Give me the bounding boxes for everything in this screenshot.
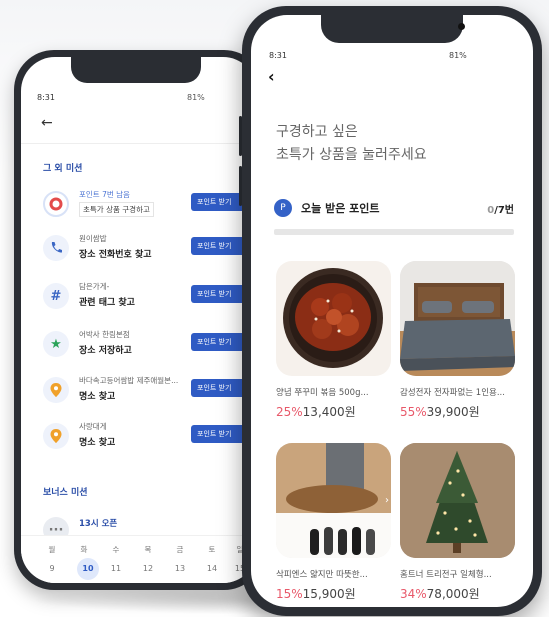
carousel-next-icon[interactable]: ›	[385, 495, 389, 506]
spicy-octopus-image[interactable]	[276, 261, 391, 376]
mission-subtitle: 포인트 7번 남음	[79, 190, 130, 199]
notch	[71, 57, 201, 83]
divider	[21, 143, 257, 144]
mission-subtitle: 바다속고등어쌈밥 제주애월본...	[79, 376, 179, 385]
mission-title: 명소 찾고	[79, 392, 116, 402]
points-label: 오늘 받은 포인트	[301, 202, 380, 215]
calendar-day: 수	[112, 545, 120, 554]
product-card[interactable]: 감성전자 전자파없는 1인용... 55%39,900원	[400, 261, 515, 420]
discount-rate: 55%	[400, 405, 427, 419]
location-pin-icon	[43, 423, 69, 449]
headline-line-2: 초특가 상품을 눌러주세요	[276, 147, 427, 163]
mission-item[interactable]: 바다속고등어쌈밥 제주애월본... 명소 찾고 포인트 받기	[43, 369, 257, 411]
mission-item[interactable]: 사랑대게 명소 찾고 포인트 받기	[43, 415, 257, 457]
points-total: /7번	[494, 205, 514, 216]
price-value: 13,400원	[302, 405, 356, 419]
calendar-date[interactable]: 13	[167, 564, 193, 573]
side-button	[239, 116, 242, 156]
section-title-bonus: 보너스 미션	[43, 488, 88, 498]
phone-icon	[43, 235, 69, 261]
bed-image[interactable]	[400, 261, 515, 376]
discount-rate: 34%	[400, 587, 427, 601]
headline: 구경하고 싶은 초특가 상품을 눌러주세요	[276, 121, 427, 167]
mission-subtitle: 원이쌈밥	[79, 234, 107, 243]
side-button	[239, 166, 242, 206]
calendar-date[interactable]: 9	[39, 564, 65, 573]
product-name: 삭피엔스 얇지만 따뜻한...	[276, 570, 368, 580]
timer-icon	[43, 191, 69, 217]
calendar-date[interactable]: 11	[103, 564, 129, 573]
back-chevron-icon[interactable]: ‹	[268, 67, 275, 86]
front-phone-screen: 8:31 81% ‹ 구경하고 싶은 초특가 상품을 눌러주세요 P 오늘 받은…	[251, 15, 533, 607]
product-card[interactable]: 홈트너 트리전구 일체형... 34%78,000원	[400, 443, 515, 602]
notch	[321, 15, 465, 43]
bonus-mission-title: 13시 오픈	[79, 519, 118, 529]
product-name: 감성전자 전자파없는 1인용...	[400, 388, 505, 398]
status-battery: 81%	[187, 93, 205, 102]
points-row: P 오늘 받은 포인트 0/7번	[274, 197, 514, 219]
mission-title: 관련 태그 찾고	[79, 298, 135, 308]
product-price: 15%15,900원	[276, 585, 391, 602]
calendar-day: 금	[176, 545, 184, 554]
price-value: 39,900원	[426, 405, 480, 419]
calendar-day: 목	[144, 545, 152, 554]
mission-title: 장소 저장하고	[79, 346, 132, 356]
product-card[interactable]: 양념 쭈꾸미 볶음 500g... 25%13,400원	[276, 261, 391, 420]
product-card[interactable]: › 삭피엔스 얇지만 따뜻한... 15%15,900원	[276, 443, 391, 602]
points-progress-bar	[274, 229, 514, 235]
camera	[458, 23, 465, 30]
mission-title: 초특가 상품 구경하고	[79, 202, 154, 217]
product-price: 34%78,000원	[400, 585, 515, 602]
mission-subtitle: 사랑대게	[79, 422, 107, 431]
headline-line-1: 구경하고 싶은	[276, 124, 358, 140]
calendar-date-today[interactable]: 10	[75, 564, 101, 573]
product-price: 55%39,900원	[400, 403, 515, 420]
location-pin-icon	[43, 377, 69, 403]
promo-stage: 8:31 81% ← 안 그 외 미션 포인트 7번 남음 초특가 상품 구경하…	[0, 0, 549, 617]
point-badge-icon: P	[274, 199, 292, 217]
points-count: 0/7번	[487, 201, 514, 216]
front-phone: 8:31 81% ‹ 구경하고 싶은 초특가 상품을 눌러주세요 P 오늘 받은…	[239, 6, 542, 616]
price-value: 78,000원	[426, 587, 480, 601]
status-time: 8:31	[269, 51, 287, 60]
calendar-day: 화	[80, 545, 88, 554]
calendar-day: 토	[208, 545, 216, 554]
back-arrow-icon[interactable]: ←	[41, 115, 53, 131]
discount-rate: 25%	[276, 405, 303, 419]
week-calendar: 월 화 수 목 금 토 일 9 10 11 12 13 14 15	[21, 535, 257, 583]
star-icon: ★	[43, 331, 69, 357]
section-title-missions: 그 외 미션	[43, 164, 83, 174]
mission-title: 명소 찾고	[79, 438, 116, 448]
price-value: 15,900원	[302, 587, 356, 601]
product-price: 25%13,400원	[276, 403, 391, 420]
mission-item[interactable]: 포인트 7번 남음 초특가 상품 구경하고 포인트 받기	[43, 183, 257, 225]
status-battery: 81%	[449, 51, 467, 60]
hashtag-icon: #	[43, 283, 69, 309]
discount-rate: 15%	[276, 587, 303, 601]
product-name: 홈트너 트리전구 일체형...	[400, 570, 492, 580]
mission-item[interactable]: ★ 어박사 한림본점 장소 저장하고 포인트 받기	[43, 323, 257, 365]
christmas-tree-image[interactable]	[400, 443, 515, 558]
mission-title: 장소 전화번호 찾고	[79, 250, 152, 260]
mission-item[interactable]: 원이쌈밥 장소 전화번호 찾고 포인트 받기	[43, 227, 257, 269]
back-phone: 8:31 81% ← 안 그 외 미션 포인트 7번 남음 초특가 상품 구경하…	[14, 50, 264, 590]
calendar-date[interactable]: 14	[199, 564, 225, 573]
product-name: 양념 쭈꾸미 볶음 500g...	[276, 388, 369, 398]
mission-subtitle: 어박사 한림본점	[79, 330, 130, 339]
socks-slippers-image[interactable]: ›	[276, 443, 391, 558]
calendar-date[interactable]: 12	[135, 564, 161, 573]
status-time: 8:31	[37, 93, 55, 102]
calendar-day: 월	[48, 545, 56, 554]
back-phone-screen: 8:31 81% ← 안 그 외 미션 포인트 7번 남음 초특가 상품 구경하…	[21, 57, 257, 583]
mission-subtitle: 담은가게-	[79, 282, 110, 291]
mission-item[interactable]: # 담은가게- 관련 태그 찾고 포인트 받기	[43, 275, 257, 317]
